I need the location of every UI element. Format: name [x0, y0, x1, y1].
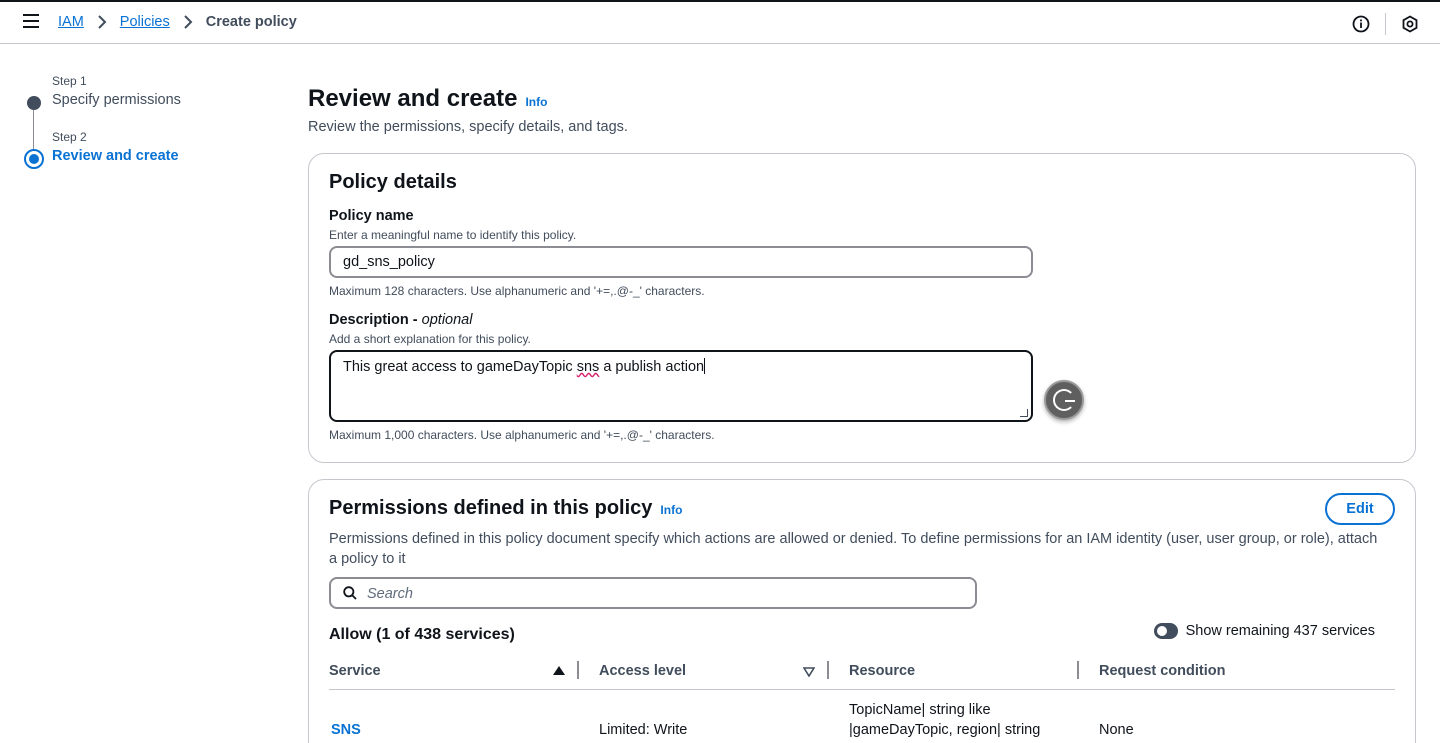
column-divider[interactable] — [827, 661, 829, 679]
search-icon — [343, 586, 357, 600]
search-input[interactable]: Search — [329, 577, 977, 609]
card-title: Permissions defined in this policy — [329, 497, 653, 519]
step-title: Review and create — [52, 148, 179, 164]
request-condition-cell: None — [1099, 722, 1134, 738]
description-text: This great access to gameDayTopic — [343, 359, 577, 375]
service-link-sns[interactable]: SNS — [331, 720, 361, 740]
page-description: Review the permissions, specify details,… — [308, 119, 628, 135]
permissions-title-row: Permissions defined in this policy Info — [329, 497, 682, 520]
description-constraint: Maximum 1,000 characters. Use alphanumer… — [329, 428, 715, 442]
optional-text: optional — [421, 312, 473, 328]
column-header-request-condition[interactable]: Request condition — [1099, 663, 1225, 679]
step-number: Step 1 — [52, 74, 87, 88]
sort-ascending-icon[interactable] — [553, 666, 565, 675]
step-complete-dot-icon — [27, 96, 41, 110]
description-textarea[interactable]: This great access to gameDayTopic sns a … — [329, 350, 1033, 422]
permissions-description: Permissions defined in this policy docum… — [329, 531, 1378, 567]
resource-cell-line2: |gameDayTopic, region| string — [849, 722, 1041, 738]
page-title-row: Review and create Info — [308, 85, 547, 113]
info-circle-icon[interactable] — [1351, 14, 1371, 34]
step-title: Specify permissions — [52, 92, 181, 108]
description-text-end: a publish action — [599, 359, 705, 375]
card-title: Policy details — [329, 171, 457, 193]
settings-hexagon-icon[interactable] — [1400, 14, 1420, 34]
breadcrumb: IAM Policies Create policy — [58, 14, 297, 30]
policy-name-input[interactable] — [329, 246, 1033, 278]
breadcrumb-current: Create policy — [205, 14, 297, 30]
description-label: Description - optional — [329, 312, 472, 328]
column-header-resource[interactable]: Resource — [849, 663, 915, 679]
misspelled-word: sns — [576, 359, 600, 375]
resize-handle-icon[interactable] — [1020, 409, 1028, 417]
policy-details-card: Policy details Policy name Enter a meani… — [308, 153, 1416, 463]
resource-cell-line1: TopicName| string like — [849, 702, 991, 718]
table-header: Service Access level Resource Request co… — [329, 658, 1395, 690]
allow-section-title: Allow (1 of 438 services) — [329, 626, 515, 643]
wizard-steps: Step 1 Specify permissions Step 2 Review… — [24, 74, 264, 186]
step-review-and-create[interactable]: Step 2 Review and create — [24, 130, 264, 186]
policy-name-label: Policy name — [329, 208, 414, 224]
column-header-access-level[interactable]: Access level — [599, 663, 686, 679]
page-title: Review and create — [308, 85, 518, 112]
text-caret — [704, 358, 706, 374]
show-remaining-toggle[interactable] — [1153, 623, 1178, 639]
step-number: Step 2 — [52, 130, 87, 144]
breadcrumb-policies[interactable]: Policies — [120, 14, 170, 30]
column-divider[interactable] — [577, 661, 579, 679]
column-header-service[interactable]: Service — [329, 663, 381, 679]
chevron-right-icon — [97, 15, 107, 29]
description-hint: Add a short explanation for this policy. — [329, 332, 531, 346]
permissions-card: Permissions defined in this policy Info … — [308, 479, 1416, 743]
info-link[interactable]: Info — [660, 503, 682, 517]
policy-name-hint: Enter a meaningful name to identify this… — [329, 228, 577, 242]
sort-descending-icon[interactable] — [803, 667, 815, 677]
access-level-cell: Limited: Write — [599, 722, 688, 738]
description-label-text: Description - — [329, 312, 422, 328]
step-current-dot-icon — [24, 149, 44, 169]
breadcrumb-iam[interactable]: IAM — [58, 14, 84, 30]
column-divider[interactable] — [1077, 661, 1079, 679]
toggle-label: Show remaining 437 services — [1185, 623, 1375, 639]
menu-icon[interactable] — [23, 14, 39, 30]
chevron-right-icon — [183, 15, 193, 29]
search-placeholder: Search — [367, 586, 413, 602]
policy-name-constraint: Maximum 128 characters. Use alphanumeric… — [329, 284, 705, 298]
top-navigation-bar: IAM Policies Create policy — [0, 0, 1440, 44]
divider — [1385, 13, 1386, 35]
grammarly-icon[interactable] — [1044, 380, 1084, 420]
show-remaining-toggle-wrap: Show remaining 437 services — [1153, 623, 1375, 639]
info-link[interactable]: Info — [525, 95, 547, 109]
edit-button[interactable]: Edit — [1325, 493, 1395, 525]
step-specify-permissions[interactable]: Step 1 Specify permissions — [24, 74, 264, 130]
